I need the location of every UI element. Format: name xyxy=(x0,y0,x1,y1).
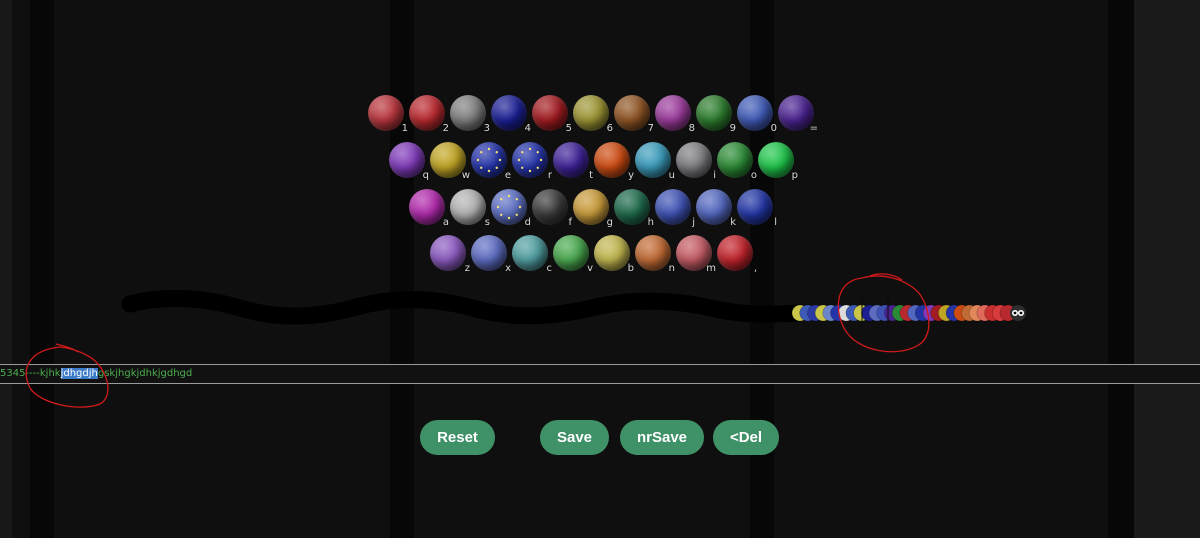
typed-text-line: 5345----kjhkjdhgdjhgskjhgkjdhkjgdhgd xyxy=(0,365,192,383)
key-label: m xyxy=(706,263,716,274)
nrsave-button[interactable]: nrSave xyxy=(620,420,704,455)
key-v[interactable]: v xyxy=(553,235,593,274)
key-label: v xyxy=(587,263,593,274)
key-label: = xyxy=(809,123,818,134)
key-p[interactable]: p xyxy=(758,142,798,181)
key-9[interactable]: 9 xyxy=(696,95,736,134)
key-a[interactable]: a xyxy=(409,189,449,228)
key-label: c xyxy=(546,263,553,274)
key-label: 0 xyxy=(770,123,777,134)
key-label: k xyxy=(730,217,736,228)
ball-keyboard: 1 2 3 4 5 6 7 8 9 0 = q w e r t y u i o p a s d f g h j k l z x c v b n m, xyxy=(0,0,1200,300)
typed-text-strip[interactable]: 5345----kjhkjdhgdjhgskjhgkjdhkjgdhgd xyxy=(0,364,1200,384)
key-f[interactable]: f xyxy=(532,189,572,228)
typed-text-selection: jdhgdjh xyxy=(60,368,98,379)
key-e[interactable]: e xyxy=(471,142,511,181)
key-y[interactable]: y xyxy=(594,142,634,181)
key-label: 8 xyxy=(688,123,695,134)
key-label: 1 xyxy=(401,123,408,134)
key-label: 3 xyxy=(483,123,490,134)
key-q[interactable]: q xyxy=(389,142,429,181)
key-z[interactable]: z xyxy=(430,235,470,274)
typed-text-prefix: 5345----kjhk xyxy=(0,368,61,379)
key-j[interactable]: j xyxy=(655,189,695,228)
key-m[interactable]: m xyxy=(676,235,716,274)
key-o[interactable]: o xyxy=(717,142,757,181)
key-label: , xyxy=(753,263,757,274)
key-7[interactable]: 7 xyxy=(614,95,654,134)
key-3[interactable]: 3 xyxy=(450,95,490,134)
key-label: t xyxy=(589,170,593,181)
key-label: w xyxy=(461,170,470,181)
worm-body xyxy=(121,289,809,325)
key-k[interactable]: k xyxy=(696,189,736,228)
key-label: u xyxy=(668,170,675,181)
key-5[interactable]: 5 xyxy=(532,95,572,134)
key-8[interactable]: 8 xyxy=(655,95,695,134)
key-label: d xyxy=(524,217,531,228)
key-label: e xyxy=(504,170,511,181)
key-label: o xyxy=(750,170,757,181)
key-n[interactable]: n xyxy=(635,235,675,274)
star-ring-icon xyxy=(496,194,522,220)
key-label: j xyxy=(692,217,695,228)
key-label: 2 xyxy=(442,123,449,134)
key-6[interactable]: 6 xyxy=(573,95,613,134)
key-label: b xyxy=(627,263,634,274)
key-label: r xyxy=(547,170,552,181)
key-s[interactable]: s xyxy=(450,189,490,228)
key-u[interactable]: u xyxy=(635,142,675,181)
worm-head xyxy=(1010,305,1026,321)
key-w[interactable]: w xyxy=(430,142,470,181)
worm-segments xyxy=(791,304,1017,322)
key-label: p xyxy=(791,170,798,181)
key-label: y xyxy=(628,170,634,181)
key-i[interactable]: i xyxy=(676,142,716,181)
key-label: z xyxy=(464,263,470,274)
key-h[interactable]: h xyxy=(614,189,654,228)
key-g[interactable]: g xyxy=(573,189,613,228)
delete-button[interactable]: <Del xyxy=(713,420,779,455)
key-d[interactable]: d xyxy=(491,189,531,228)
key-0[interactable]: 0 xyxy=(737,95,777,134)
key-label: 7 xyxy=(647,123,654,134)
key-equals[interactable]: = xyxy=(778,95,818,134)
key-label: l xyxy=(774,217,777,228)
star-ring-icon xyxy=(517,147,543,173)
key-b[interactable]: b xyxy=(594,235,634,274)
key-label: x xyxy=(505,263,511,274)
key-2[interactable]: 2 xyxy=(409,95,449,134)
key-4[interactable]: 4 xyxy=(491,95,531,134)
typed-text-suffix: gskjhgkjdhkjgdhgd xyxy=(97,368,193,379)
reset-button[interactable]: Reset xyxy=(420,420,495,455)
worm-trail xyxy=(121,289,1026,334)
star-ring-icon xyxy=(476,147,502,173)
key-l[interactable]: l xyxy=(737,189,777,228)
key-t[interactable]: t xyxy=(553,142,593,181)
key-label: 9 xyxy=(729,123,736,134)
key-label: n xyxy=(668,263,675,274)
key-label: 4 xyxy=(524,123,531,134)
key-label: h xyxy=(647,217,654,228)
key-label: i xyxy=(713,170,716,181)
key-label: 6 xyxy=(606,123,613,134)
key-label: s xyxy=(484,217,490,228)
save-button[interactable]: Save xyxy=(540,420,609,455)
key-r[interactable]: r xyxy=(512,142,552,181)
key-label: q xyxy=(422,170,429,181)
key-c[interactable]: c xyxy=(512,235,552,274)
key-comma[interactable]: , xyxy=(717,235,757,274)
key-label: 5 xyxy=(565,123,572,134)
key-label: g xyxy=(606,217,613,228)
key-label: a xyxy=(442,217,449,228)
key-x[interactable]: x xyxy=(471,235,511,274)
key-label: f xyxy=(568,217,572,228)
key-1[interactable]: 1 xyxy=(368,95,408,134)
